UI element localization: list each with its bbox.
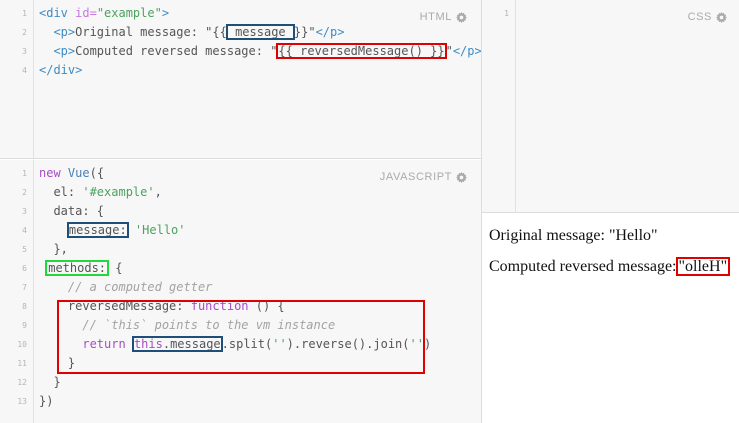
javascript-pane-label: JAVASCRIPT [380, 171, 467, 183]
code-line: </div> [39, 63, 83, 77]
highlight-reversed-output: "olleH" [675, 257, 731, 276]
line-number: 1 [22, 9, 27, 18]
line-gutter: 1 [482, 0, 516, 212]
gear-icon[interactable] [456, 171, 467, 183]
gear-icon[interactable] [456, 11, 467, 23]
line-number: 3 [22, 207, 27, 216]
line-number: 5 [22, 245, 27, 254]
code-line: // a computed getter [39, 280, 213, 294]
highlight-message-data: message: [66, 222, 129, 238]
css-editor-pane[interactable]: 1 CSS [482, 0, 739, 213]
output-original-message: Original message: "Hello" [489, 227, 658, 244]
html-pane-label: HTML [420, 11, 467, 23]
line-number: 1 [504, 9, 509, 18]
line-gutter: 1 2 3 4 [0, 0, 34, 158]
code-line: <div id="example"> [39, 6, 170, 20]
line-gutter: 1 2 3 4 5 6 7 8 9 10 11 12 13 [0, 160, 34, 423]
line-number: 2 [22, 188, 27, 197]
code-line: <p>Original message: "{{ message }}"</p> [39, 24, 345, 40]
line-number: 12 [17, 378, 27, 387]
code-line: } [39, 375, 61, 389]
highlight-message-binding: message [225, 24, 295, 40]
result-output-pane: Original message: "Hello" Computed rever… [482, 214, 739, 423]
line-number: 4 [22, 226, 27, 235]
line-number: 11 [17, 359, 27, 368]
line-number: 7 [22, 283, 27, 292]
code-line: message: 'Hello' [66, 222, 186, 238]
html-editor-pane[interactable]: 1 2 3 4 <div id="example"> <p>Original m… [0, 0, 481, 159]
css-pane-label: CSS [688, 11, 727, 23]
code-line: <p>Computed reversed message: "{{ revers… [39, 43, 481, 59]
line-number: 2 [22, 28, 27, 37]
code-line: data: { [39, 204, 105, 218]
line-number: 13 [17, 397, 27, 406]
line-number: 10 [17, 340, 27, 349]
line-number: 6 [22, 264, 27, 273]
javascript-editor-pane[interactable]: 1 2 3 4 5 6 7 8 9 10 11 12 13 new Vue({ … [0, 160, 481, 423]
highlight-reversed-function [57, 300, 425, 374]
code-line: methods: { [45, 260, 123, 276]
highlight-reversed-binding: {{ reversedMessage() }} [276, 43, 447, 59]
code-line: }, [39, 242, 68, 256]
line-number: 4 [22, 66, 27, 75]
highlight-methods-key: methods: [45, 260, 110, 276]
line-number: 3 [22, 47, 27, 56]
line-number: 8 [22, 302, 27, 311]
gear-icon[interactable] [716, 11, 727, 23]
output-computed-message: Computed reversed message: "olleH" [489, 257, 731, 276]
code-line: new Vue({ [39, 166, 105, 180]
code-line: }) [39, 394, 54, 408]
line-number: 9 [22, 321, 27, 330]
line-number: 1 [22, 169, 27, 178]
code-line: el: '#example', [39, 185, 162, 199]
